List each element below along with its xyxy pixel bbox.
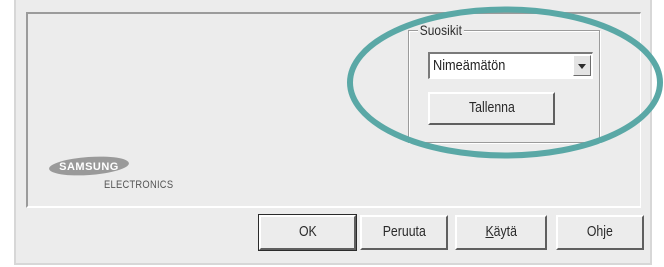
ok-button[interactable]: OK xyxy=(258,214,357,251)
apply-button-label: Käytä xyxy=(485,217,516,247)
chevron-down-icon[interactable] xyxy=(573,55,591,76)
favorites-dropdown-value: Nimeämätön xyxy=(433,57,506,74)
samsung-logo-text: SAMSUNG xyxy=(59,161,119,173)
help-button-label: Ohje xyxy=(587,223,613,240)
save-favorite-button[interactable]: Tallenna xyxy=(428,92,555,125)
ok-button-label: OK xyxy=(298,223,317,240)
electronics-label: ELECTRONICS xyxy=(104,179,174,191)
printer-preferences-dialog: Suosikit Nimeämätön Tallenna SAMSUNG ELE… xyxy=(0,0,664,267)
favorites-group-box xyxy=(408,30,600,143)
cancel-button-label: Peruuta xyxy=(382,223,426,240)
apply-button-label-rest: äytä xyxy=(493,223,517,240)
apply-button[interactable]: Käytä xyxy=(455,215,547,250)
save-favorite-button-label: Tallenna xyxy=(468,99,515,116)
samsung-logo: SAMSUNG xyxy=(49,156,129,176)
help-button[interactable]: Ohje xyxy=(556,215,644,250)
favorites-group-label: Suosikit xyxy=(418,21,464,39)
favorites-dropdown[interactable]: Nimeämätön xyxy=(428,52,593,79)
apply-button-mnemonic: K xyxy=(485,223,494,240)
cancel-button[interactable]: Peruuta xyxy=(360,215,448,250)
